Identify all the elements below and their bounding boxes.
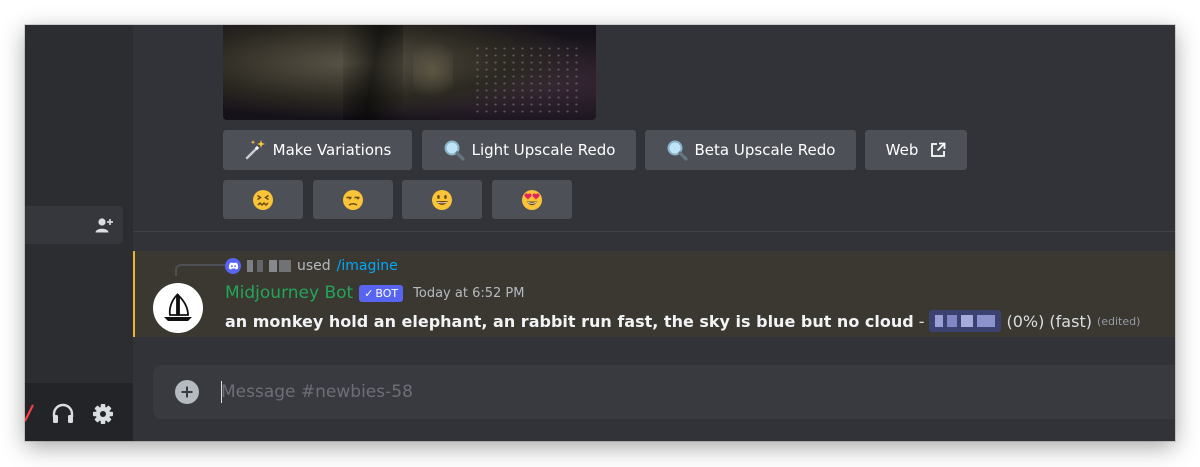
web-link-button[interactable]: Web [865,130,967,170]
plus-icon [181,386,193,398]
text-caret [221,381,222,403]
verified-check-icon: ✓ [364,286,374,300]
web-label: Web [885,141,919,159]
headphones-icon[interactable] [51,403,75,425]
external-link-icon [931,142,946,157]
light-upscale-redo-button[interactable]: Light Upscale Redo [422,130,636,170]
command-reply-header: used /imagine [225,255,398,277]
reaction-button-confounded[interactable] [223,180,303,219]
discord-logo-icon [225,258,241,274]
channel-sidebar [25,25,133,441]
message-content: an monkey hold an elephant, an rabbit ru… [225,309,1140,333]
heart-eyes-face-icon [522,189,542,210]
generated-image[interactable] [223,25,596,120]
bot-tag-label: BOT [375,286,399,300]
chat-area: Make Variations Light Upscale Redo Beta … [133,25,1175,441]
reply-connector [175,264,225,276]
mute-mic-icon[interactable] [25,403,35,423]
edited-marker: (edited) [1096,314,1141,328]
message-input[interactable] [221,379,1121,405]
magic-wand-icon [245,140,265,160]
progress-status: (0%) (fast) [1006,311,1092,331]
midjourney-avatar[interactable] [153,283,203,333]
settings-gear-icon[interactable] [92,403,114,425]
confounded-face-icon [253,189,273,210]
upload-plus-button[interactable] [175,380,199,404]
make-variations-label: Make Variations [272,141,392,159]
separator-dash: - [918,311,925,331]
beta-upscale-redo-label: Beta Upscale Redo [694,141,836,159]
magnifier-icon [444,140,465,161]
magnifier-icon [667,140,688,161]
message-header: Midjourney Bot ✓ BOT Today at 6:52 PM [225,281,524,305]
grinning-face-icon [432,189,452,210]
light-upscale-redo-label: Light Upscale Redo [471,141,616,159]
discord-window: Make Variations Light Upscale Redo Beta … [25,25,1175,441]
reaction-button-unamused[interactable] [313,180,393,219]
redacted-username[interactable] [247,260,291,272]
used-text: used [297,258,331,274]
reaction-button-heart-eyes[interactable] [492,180,572,219]
message-divider [133,231,1175,232]
imagine-command-link[interactable]: /imagine [337,258,398,274]
make-variations-button[interactable]: Make Variations [223,130,412,170]
reaction-button-grinning[interactable] [402,180,482,219]
bot-tag: ✓ BOT [359,284,404,302]
add-member-icon[interactable] [95,217,113,233]
sidebar-selected-row[interactable] [25,206,123,244]
bot-message: used /imagine Midjourney Bot ✓ BOT Today… [133,251,1175,337]
message-composer [153,365,1175,419]
redacted-user-mention[interactable] [929,310,1002,332]
prompt-text: an monkey hold an elephant, an rabbit ru… [225,311,914,331]
beta-upscale-redo-button[interactable]: Beta Upscale Redo [645,130,856,170]
message-timestamp[interactable]: Today at 6:52 PM [413,286,524,301]
user-panel [25,383,133,441]
author-name[interactable]: Midjourney Bot [225,283,353,303]
unamused-face-icon [343,189,363,210]
sailboat-logo-icon [164,293,192,321]
